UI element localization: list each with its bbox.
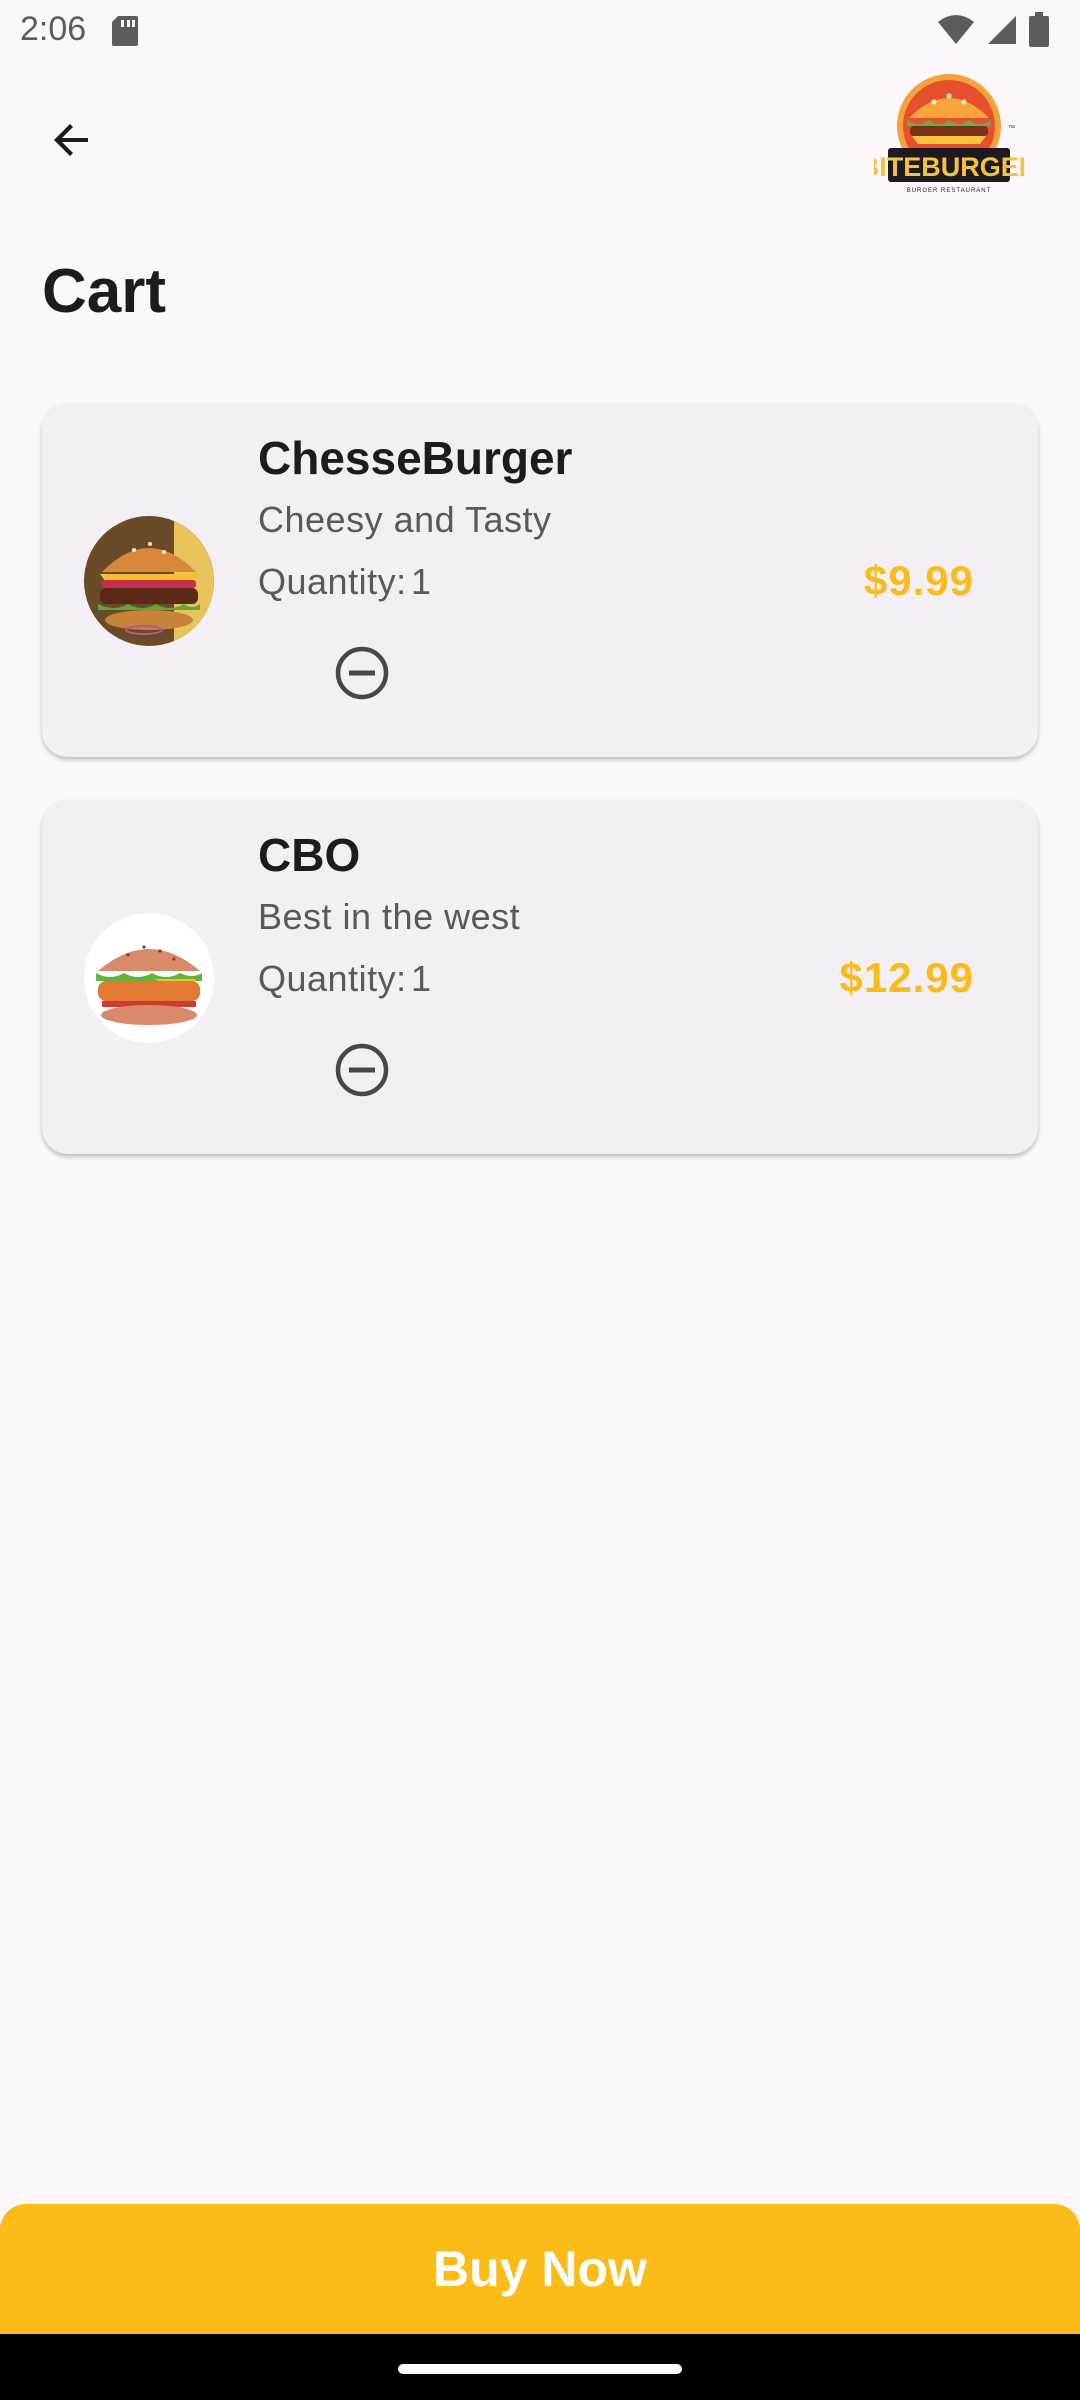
quantity-label: Quantity: [258,958,407,999]
cart-item-card: CBO Best in the west Quantity: 1 $12.99 [42,800,1038,1154]
biteburger-logo: BITEBURGER BURGER RESTAURANT ™ [874,74,1024,194]
status-time: 2:06 [20,10,87,48]
arrow-left-icon [54,124,88,156]
item-name: ChesseBurger [258,432,573,484]
cart-list: ChesseBurger Cheesy and Tasty Quantity: … [42,403,1038,1197]
system-navigation-bar [0,2334,1080,2400]
remove-item-button[interactable] [312,623,412,723]
cellular-signal-icon [988,16,1016,44]
quantity-label: Quantity: [258,561,407,602]
status-bar: 2:06 [0,0,1080,64]
quantity-value: 1 [411,958,432,999]
cart-item-card: ChesseBurger Cheesy and Tasty Quantity: … [42,403,1038,757]
wifi-icon [938,15,974,44]
remove-circle-icon [335,646,389,700]
home-gesture-handle[interactable] [398,2364,682,2374]
logo-text: BITEBURGER [874,152,1024,182]
item-quantity: Quantity: 1 [258,561,432,603]
cbo-burger-image [84,913,214,1043]
quantity-value: 1 [411,561,432,602]
remove-item-button[interactable] [312,1020,412,1120]
item-name: CBO [258,829,361,881]
svg-text:™: ™ [1008,125,1015,132]
page-title: Cart [42,257,167,326]
logo-subtext: BURGER RESTAURANT [907,188,992,194]
item-description: Best in the west [258,896,521,937]
item-price: $9.99 [863,557,974,604]
battery-icon [1029,12,1049,47]
remove-circle-icon [335,1043,389,1097]
back-button[interactable] [28,96,116,184]
buy-now-button[interactable]: Buy Now [0,2204,1080,2334]
item-quantity: Quantity: 1 [258,958,432,1000]
sd-card-icon [112,16,138,46]
item-description: Cheesy and Tasty [258,499,552,540]
cheeseburger-image [84,516,214,646]
item-price: $12.99 [839,954,974,1001]
